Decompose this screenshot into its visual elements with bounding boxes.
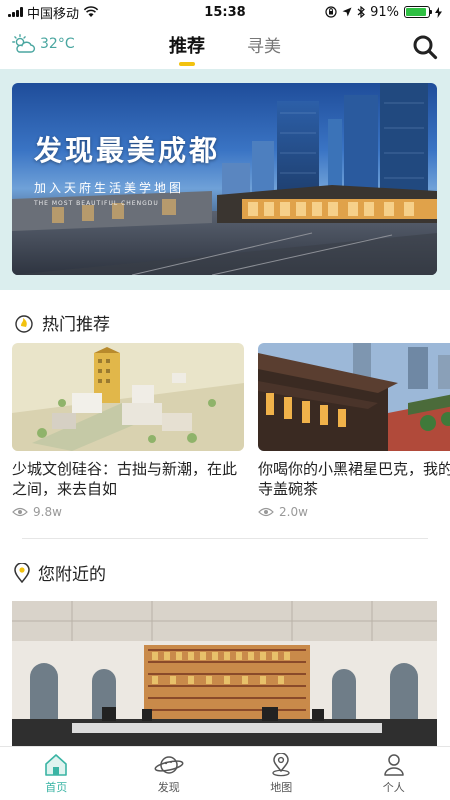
- battery-fill: [406, 8, 427, 16]
- section-divider: [22, 538, 428, 539]
- eye-icon: [12, 507, 28, 517]
- tab-recommend[interactable]: 推荐: [169, 30, 205, 66]
- map-pin-icon: [272, 752, 290, 776]
- home-icon: [45, 753, 68, 776]
- tab-discover-beauty[interactable]: 寻美: [247, 30, 281, 66]
- view-count-value: 2.0w: [279, 505, 308, 519]
- bottom-nav: 首页 发现 地图 个人: [0, 746, 450, 800]
- nearby-section-header: 您附近的: [14, 560, 106, 585]
- hot-section-title: 热门推荐: [42, 315, 110, 335]
- status-bar: 中国移动 15:38 91%: [0, 0, 450, 24]
- hot-card[interactable]: 少城文创硅谷：古拙与新潮，在此之间，来去自如 9.8w: [12, 343, 244, 519]
- wifi-icon: [83, 6, 99, 17]
- hot-section-header: 热门推荐: [14, 310, 110, 335]
- hot-card[interactable]: 你喝你的小黑裙星巴克，我的大慈寺盖碗茶 2.0w: [258, 343, 450, 519]
- bluetooth-icon: [357, 6, 366, 18]
- charging-icon: [435, 6, 442, 18]
- nav-map[interactable]: 地图: [225, 747, 338, 800]
- orientation-lock-icon: [325, 6, 337, 18]
- carrier-name: 中国移动: [27, 6, 80, 22]
- banner-section: 发现最美成都 加入天府生活美学地图 THE MOST BEAUTIFUL CHE…: [0, 69, 450, 290]
- nearby-place-image[interactable]: [12, 601, 437, 747]
- nav-profile[interactable]: 个人: [338, 747, 450, 800]
- planet-icon: [154, 755, 184, 774]
- banner-english-caption: THE MOST BEAUTIFUL CHENGDU: [34, 200, 159, 207]
- view-count: 2.0w: [258, 505, 450, 519]
- search-icon[interactable]: [412, 34, 438, 60]
- nav-discover[interactable]: 发现: [113, 747, 226, 800]
- banner-title: 发现最美成都: [34, 134, 221, 167]
- nav-map-label: 地图: [270, 780, 293, 794]
- nav-profile-label: 个人: [382, 780, 405, 794]
- view-count: 9.8w: [12, 505, 244, 519]
- nav-discover-label: 发现: [157, 780, 180, 794]
- location-pin-icon: [14, 562, 30, 583]
- signal-icon: [8, 7, 23, 17]
- top-header: 32°C 推荐 寻美: [0, 24, 450, 69]
- hot-card-image: [12, 343, 244, 451]
- battery-icon: [404, 6, 432, 18]
- eye-icon: [258, 507, 274, 517]
- battery-percent: 91%: [370, 4, 399, 20]
- hot-card-image: [258, 343, 450, 451]
- nearby-section-title: 您附近的: [38, 565, 106, 585]
- hot-cards-list: 少城文创硅谷：古拙与新潮，在此之间，来去自如 9.8w 你喝你的小黑裙星巴克，我…: [12, 343, 450, 523]
- banner-card[interactable]: 发现最美成都 加入天府生活美学地图 THE MOST BEAUTIFUL CHE…: [12, 83, 437, 275]
- status-right: 91%: [325, 5, 442, 20]
- location-arrow-icon: [342, 7, 352, 17]
- nav-home-label: 首页: [45, 780, 68, 794]
- view-count-value: 9.8w: [33, 505, 62, 519]
- hot-card-title: 少城文创硅谷：古拙与新潮，在此之间，来去自如: [12, 460, 238, 498]
- status-left: 中国移动: [8, 3, 325, 22]
- nav-home[interactable]: 首页: [0, 747, 113, 800]
- fire-badge-icon: [15, 314, 33, 333]
- banner-subtitle: 加入天府生活美学地图: [34, 181, 185, 195]
- hot-card-title: 你喝你的小黑裙星巴克，我的大慈寺盖碗茶: [258, 460, 450, 498]
- person-icon: [384, 753, 404, 776]
- top-tabs: 推荐 寻美: [0, 30, 450, 66]
